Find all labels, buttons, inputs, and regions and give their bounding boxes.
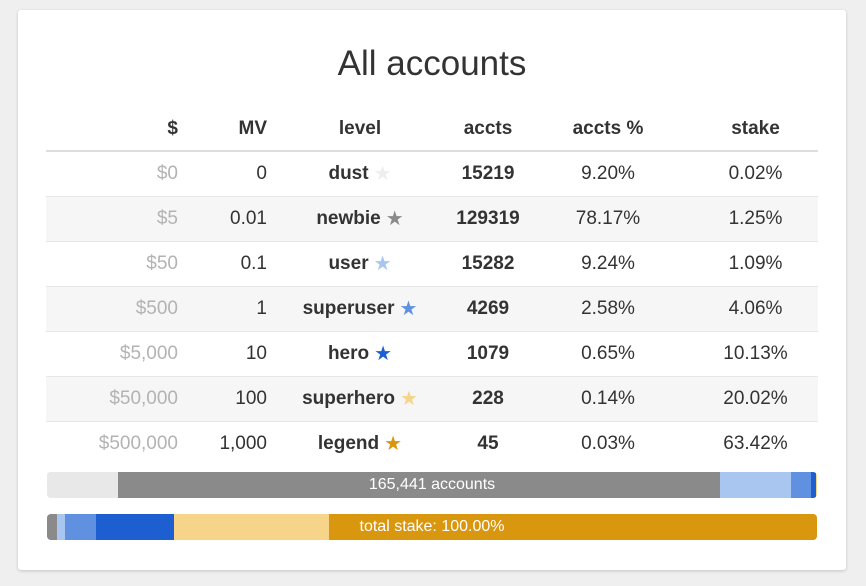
cell-level: newbie ★ [267,196,453,242]
cell-accts: 228 [453,376,523,422]
table-row: $50 0.1 user ★ 15282 9.24% 1.09% [46,241,818,287]
cell-dollar: $50 [46,241,178,287]
cell-dollar: $500 [46,286,178,332]
cell-mv: 0 [178,150,267,197]
cell-stake: 4.06% [693,286,818,332]
cell-mv: 1 [178,286,267,332]
cell-mv: 0.01 [178,196,267,242]
cell-accts: 45 [453,421,523,466]
cell-dollar: $0 [46,150,178,197]
cell-accts-pct: 0.65% [523,331,693,377]
column-header-mv[interactable]: MV [178,107,267,152]
cell-level: user ★ [267,241,453,287]
table-row: $5,000 10 hero ★ 1079 0.65% 10.13% [46,331,818,377]
cell-accts-pct: 9.24% [523,241,693,287]
bar-segment-user [56,514,66,540]
bar-segment-superuser [65,514,97,540]
cell-accts: 15219 [453,150,523,197]
table-row: $0 0 dust ★ 15219 9.20% 0.02% [46,150,818,197]
cell-dollar: $50,000 [46,376,178,422]
cell-dollar: $5 [46,196,178,242]
bar-segment-user [719,472,791,498]
cell-stake: 63.42% [693,421,818,466]
accounts-table: $ MV level accts accts % stake $0 0 dust… [46,107,818,466]
stake-bar-segments [47,514,817,540]
bar-segment-newbie [117,472,720,498]
star-icon: ★ [373,253,392,275]
stake-distribution-bar: total stake: 100.00% [47,514,817,540]
table-header-row: $ MV level accts accts % stake [46,107,818,152]
column-header-dollar[interactable]: $ [46,107,178,152]
cell-mv: 0.1 [178,241,267,287]
cell-mv: 1,000 [178,421,267,466]
table-row: $5 0.01 newbie ★ 129319 78.17% 1.25% [46,196,818,242]
star-icon: ★ [385,208,404,230]
cell-accts-pct: 0.03% [523,421,693,466]
level-label: superhero [302,388,395,409]
page-title: All accounts [337,44,527,83]
cell-dollar: $5,000 [46,331,178,377]
cell-stake: 0.02% [693,150,818,197]
accounts-distribution-bar: 165,441 accounts [47,472,817,498]
cell-accts-pct: 2.58% [523,286,693,332]
cell-level: superuser ★ [267,286,453,332]
level-label: user [328,253,369,274]
star-icon: ★ [399,388,418,410]
cell-stake: 10.13% [693,331,818,377]
star-icon: ★ [374,343,393,365]
cell-mv: 10 [178,331,267,377]
cell-accts: 1079 [453,331,523,377]
cell-dollar: $500,000 [46,421,178,466]
accounts-card: All accounts $ MV level accts accts % st… [18,10,846,570]
cell-mv: 100 [178,376,267,422]
table-row: $50,000 100 superhero ★ 228 0.14% 20.02% [46,376,818,422]
cell-accts: 4269 [453,286,523,332]
cell-stake: 20.02% [693,376,818,422]
table-row: $500 1 superuser ★ 4269 2.58% 4.06% [46,286,818,332]
level-label: superuser [302,298,395,319]
cell-stake: 1.25% [693,196,818,242]
table-row: $500,000 1,000 legend ★ 45 0.03% 63.42% [46,421,818,466]
bar-segment-hero [96,514,175,540]
cell-accts-pct: 78.17% [523,196,693,242]
level-label: legend [317,433,380,454]
bar-segment-newbie [47,514,57,540]
cell-accts-pct: 9.20% [523,150,693,197]
cell-stake: 1.09% [693,241,818,287]
cell-level: dust ★ [267,150,453,197]
column-header-accts[interactable]: accts [453,107,523,152]
column-header-level[interactable]: level [267,107,453,152]
cell-accts: 15282 [453,241,523,287]
column-header-stake[interactable]: stake [693,107,818,152]
cell-accts: 129319 [453,196,523,242]
star-icon: ★ [384,433,403,455]
level-label: hero [327,343,370,364]
bar-segment-superuser [790,472,811,498]
bar-segment-superhero [174,514,329,540]
level-label: dust [328,163,369,184]
accounts-bar-segments [47,472,817,498]
level-label: newbie [316,208,381,229]
bar-segment-legend [328,514,817,540]
cell-level: hero ★ [267,331,453,377]
cell-level: superhero ★ [267,376,453,422]
cell-accts-pct: 0.14% [523,376,693,422]
column-header-accts-pct[interactable]: accts % [523,107,693,152]
cell-level: legend ★ [267,421,453,466]
bar-segment-dust [47,472,118,498]
star-icon: ★ [373,163,392,185]
star-icon: ★ [399,298,418,320]
